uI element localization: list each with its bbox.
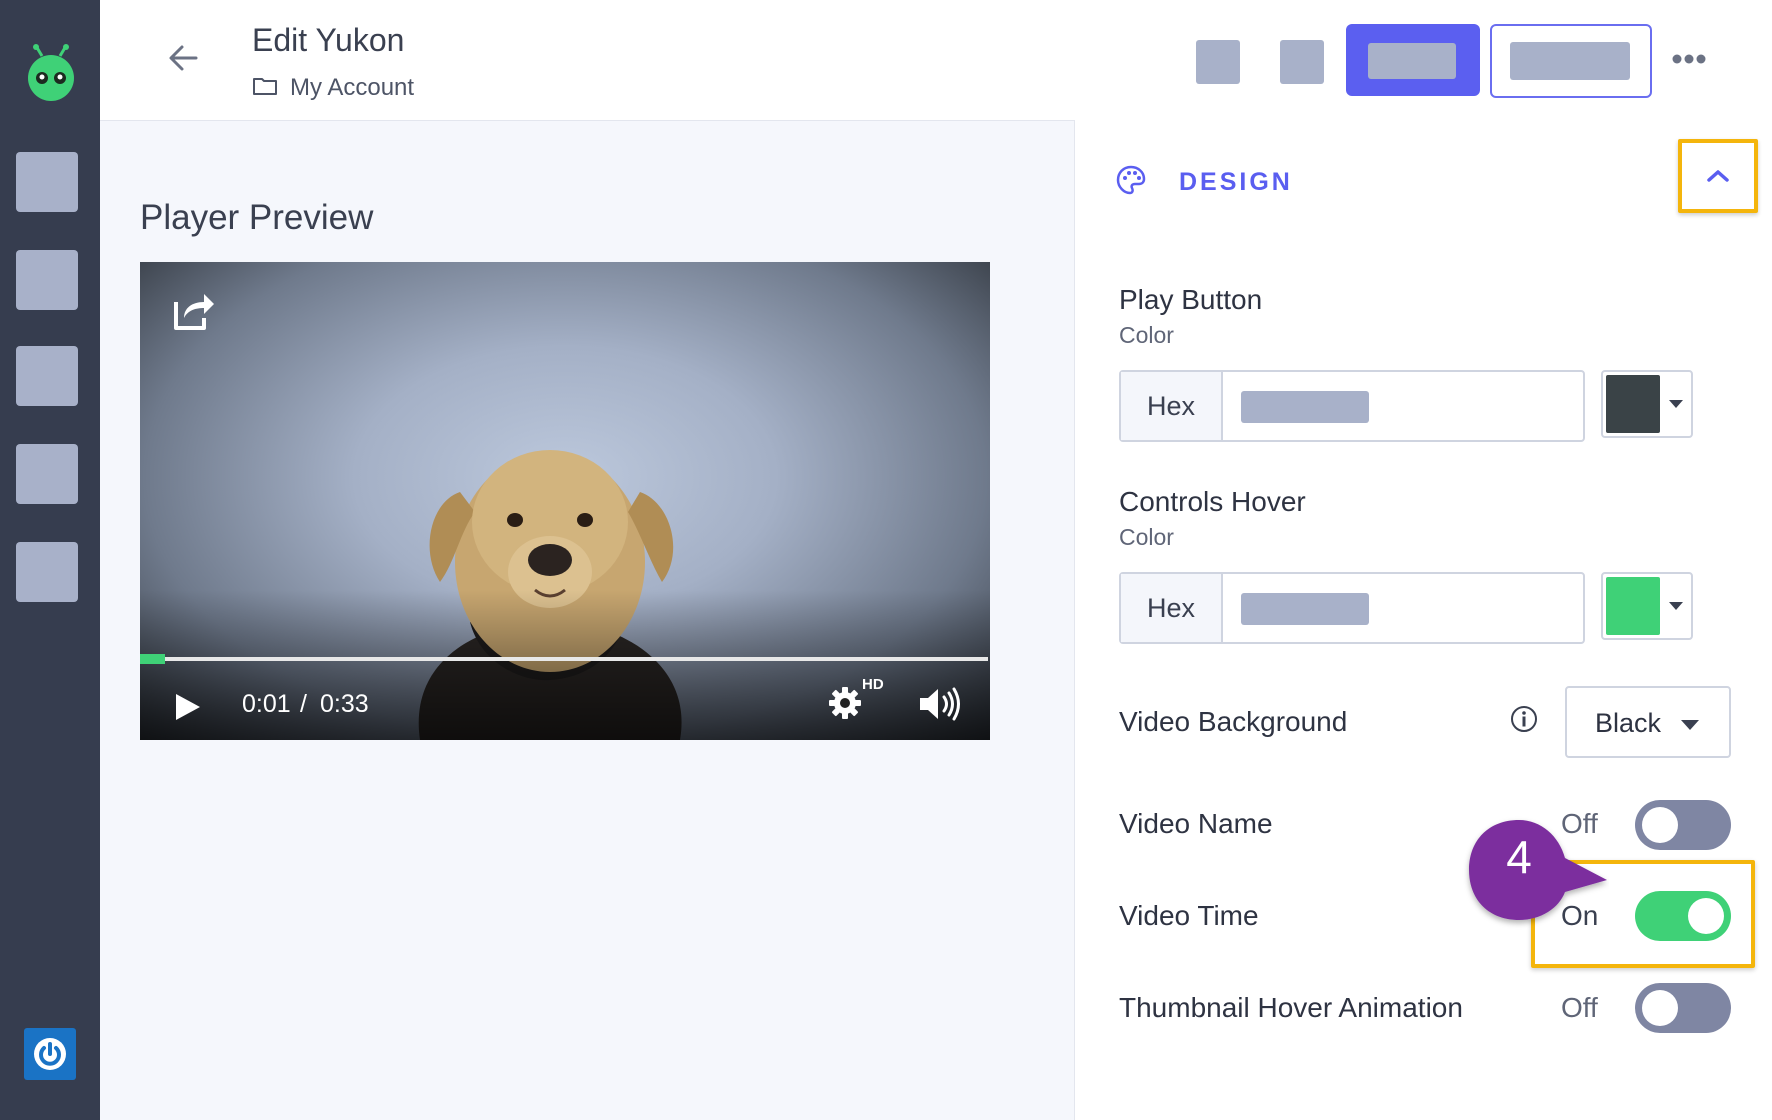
info-icon[interactable] [1509,704,1539,734]
design-panel: DESIGN Play Button Color Hex Controls Ho… [1074,120,1772,1120]
controls-hover-color-picker[interactable] [1601,572,1693,640]
play-button-color-picker[interactable] [1601,370,1693,438]
video-name-toggle[interactable] [1635,800,1731,850]
video-background-value: Black [1595,708,1662,738]
palette-icon [1115,164,1147,196]
hex-prefix: Hex [1121,372,1223,440]
toggle-knob [1642,807,1678,843]
caret-down-icon [1669,400,1683,408]
sidebar [0,0,100,1120]
play-button-color-sublabel: Color [1119,322,1174,348]
thumbnail-hover-animation-label: Thumbnail Hover Animation [1119,992,1463,1023]
primary-action-label-placeholder [1368,43,1456,79]
time-separator: / [300,690,307,718]
caret-down-icon [1669,602,1683,610]
breadcrumb[interactable]: My Account [290,74,414,102]
collapse-section-button[interactable] [1678,139,1758,213]
more-options-icon[interactable] [1672,52,1706,66]
toolbar-button-2[interactable] [1280,40,1324,84]
hex-prefix: Hex [1121,574,1223,642]
settings-gear-icon[interactable] [828,686,862,720]
secondary-action-label-placeholder [1510,42,1630,80]
sidebar-item-2[interactable] [16,250,78,310]
controls-hover-color-sublabel: Color [1119,524,1174,550]
play-icon[interactable] [174,692,202,722]
video-background-select[interactable]: Black [1565,686,1731,758]
back-arrow-icon[interactable] [166,40,202,76]
video-time-label: Video Time [1119,900,1259,931]
color-swatch [1606,577,1660,635]
sidebar-item-3[interactable] [16,346,78,406]
app-logo[interactable] [24,44,78,102]
hex-value-placeholder [1241,593,1369,625]
sidebar-item-1[interactable] [16,152,78,212]
time-current: 0:01 [242,690,291,718]
controls-hover-hex-field[interactable]: Hex [1119,572,1585,644]
controls-hover-label: Controls Hover [1119,486,1306,517]
sidebar-item-4[interactable] [16,444,78,504]
secondary-action-button[interactable] [1490,24,1652,98]
volume-icon[interactable] [918,686,964,722]
chevron-up-icon [1707,170,1729,182]
color-swatch [1606,375,1660,433]
thumbnail-hover-animation-toggle[interactable] [1635,983,1731,1033]
preview-title: Player Preview [140,198,374,237]
share-icon[interactable] [170,288,216,334]
top-bar: Edit Yukon My Account [100,0,1772,121]
progress-track[interactable] [140,657,988,661]
video-name-label: Video Name [1119,808,1273,839]
hd-badge: HD [862,676,884,693]
primary-action-button[interactable] [1346,24,1480,96]
hex-value-placeholder [1241,391,1369,423]
play-button-hex-field[interactable]: Hex [1119,370,1585,442]
video-player[interactable]: 0:01 / 0:33 HD [140,262,990,740]
thumbnail-hover-animation-state: Off [1561,992,1598,1023]
sidebar-item-5[interactable] [16,542,78,602]
video-background-label: Video Background [1119,706,1348,737]
toggle-knob [1642,990,1678,1026]
design-section-title: DESIGN [1179,168,1293,196]
toolbar-button-1[interactable] [1196,40,1240,84]
caret-down-icon [1681,720,1699,730]
page-title: Edit Yukon [252,22,405,58]
folder-icon [252,76,278,96]
progress-fill [140,654,165,664]
time-total: 0:33 [320,690,369,718]
play-button-label: Play Button [1119,284,1263,315]
power-icon[interactable] [24,1028,76,1080]
step-number: 4 [1506,831,1532,883]
